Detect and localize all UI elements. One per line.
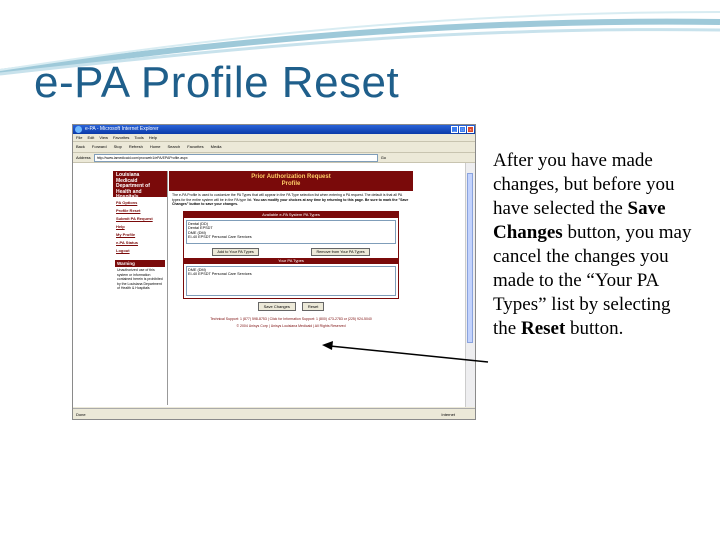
maximize-button[interactable]: □ [459, 126, 466, 133]
remove-from-pa-types-button[interactable]: Remove from Your PA Types [311, 247, 370, 256]
status-bar: Done Internet [73, 408, 475, 419]
header-line2: Profile [281, 181, 301, 187]
reset-button[interactable]: Reset [301, 301, 325, 311]
nav-profile-reset[interactable]: Profile Reset [116, 208, 164, 213]
louisiana-medicaid-logo: Louisiana Medicaid Department of Health … [113, 171, 167, 200]
warning-box: Warning Unauthorized use of this system … [115, 260, 165, 292]
go-button[interactable]: Go [381, 153, 386, 162]
favorites-button[interactable]: Favorites [187, 142, 203, 152]
menu-file[interactable]: File [76, 134, 82, 141]
left-sidebar: Louisiana Medicaid Department of Health … [113, 171, 168, 405]
menu-view[interactable]: View [99, 134, 108, 141]
warning-text: Unauthorized use of this system or infor… [117, 268, 163, 290]
forward-button[interactable]: Forward [92, 142, 107, 152]
warning-title: Warning [115, 260, 165, 267]
address-label: Address [76, 155, 91, 160]
nav-my-profile[interactable]: My Profile [116, 232, 164, 237]
header-line1: Prior Authorization Request [251, 174, 331, 180]
vertical-scrollbar[interactable] [465, 163, 475, 407]
nav-logout[interactable]: Logout [116, 248, 164, 253]
window-title: e-PA - Microsoft Internet Explorer [85, 126, 159, 132]
browser-window: e-PA - Microsoft Internet Explorer _ □ ×… [72, 124, 476, 420]
slide-title: e-PA Profile Reset [34, 58, 400, 107]
caption-text-3: button. [565, 318, 624, 339]
close-button[interactable]: × [467, 126, 474, 133]
page-header: Prior Authorization Request Profile [169, 171, 413, 191]
pa-types-box: Available e-PA System PA Types Dental (D… [183, 210, 399, 299]
minimize-button[interactable]: _ [451, 126, 458, 133]
support-footer: Technical Support: 1 (877) 598-8753 | Cl… [210, 316, 372, 321]
back-button[interactable]: Back [76, 142, 85, 152]
menu-favorites[interactable]: Favorites [113, 134, 129, 141]
refresh-button[interactable]: Refresh [129, 142, 143, 152]
status-zone: Internet [441, 412, 455, 417]
save-changes-button[interactable]: Save Changes [257, 301, 296, 311]
nav-help[interactable]: Help [116, 224, 164, 229]
nav-submit-pa[interactable]: Submit PA Request [116, 216, 164, 221]
action-buttons: Save Changes Reset [169, 301, 413, 311]
intro-text: The e-PA Profile is used to customize th… [169, 191, 413, 209]
browser-toolbar: Back Forward Stop Refresh Home Search Fa… [73, 142, 475, 153]
scrollbar-thumb[interactable] [467, 173, 473, 343]
status-text: Done [76, 412, 86, 417]
browser-titlebar: e-PA - Microsoft Internet Explorer _ □ × [73, 125, 475, 134]
slide-caption: After you have made changes, but before … [493, 149, 693, 341]
copyright-footer: © 2004 Unisys Corp | Unisys Louisiana Me… [236, 323, 346, 328]
sidebar-nav: PA Options Profile Reset Submit PA Reque… [113, 197, 167, 256]
list-item[interactable]: EI-40 EPSDT Personal Care Services [188, 272, 394, 277]
main-panel: Prior Authorization Request Profile The … [169, 171, 413, 328]
add-to-pa-types-button[interactable]: Add to Your PA Types [212, 247, 259, 256]
media-button[interactable]: Media [211, 142, 222, 152]
address-input[interactable]: http://www.lamedicaid.com/provweb1/ePA/E… [93, 153, 378, 162]
stop-button[interactable]: Stop [114, 142, 122, 152]
nav-pa-options[interactable]: PA Options [116, 200, 164, 205]
available-pa-list[interactable]: Dental (DD) Dental EPSDT DME (DM) EI-40 … [186, 219, 396, 244]
home-button[interactable]: Home [150, 142, 161, 152]
menu-help[interactable]: Help [149, 134, 157, 141]
your-pa-types-list[interactable]: DME (DM) EI-40 EPSDT Personal Care Servi… [186, 265, 396, 296]
menu-tools[interactable]: Tools [134, 134, 143, 141]
caption-reset: Reset [520, 318, 566, 339]
your-pa-types-header: Your PA Types [184, 257, 398, 264]
menu-edit[interactable]: Edit [87, 134, 94, 141]
page-content: Louisiana Medicaid Department of Health … [73, 163, 465, 407]
ie-icon [75, 126, 82, 133]
list-item[interactable]: EI-40 EPSDT Personal Care Services [188, 235, 394, 240]
menu-bar: File Edit View Favorites Tools Help [73, 134, 475, 142]
nav-epa-status[interactable]: e-PA Status [116, 240, 164, 245]
search-button[interactable]: Search [168, 142, 181, 152]
address-bar: Address http://www.lamedicaid.com/provwe… [73, 153, 475, 163]
available-header: Available e-PA System PA Types [184, 211, 398, 218]
